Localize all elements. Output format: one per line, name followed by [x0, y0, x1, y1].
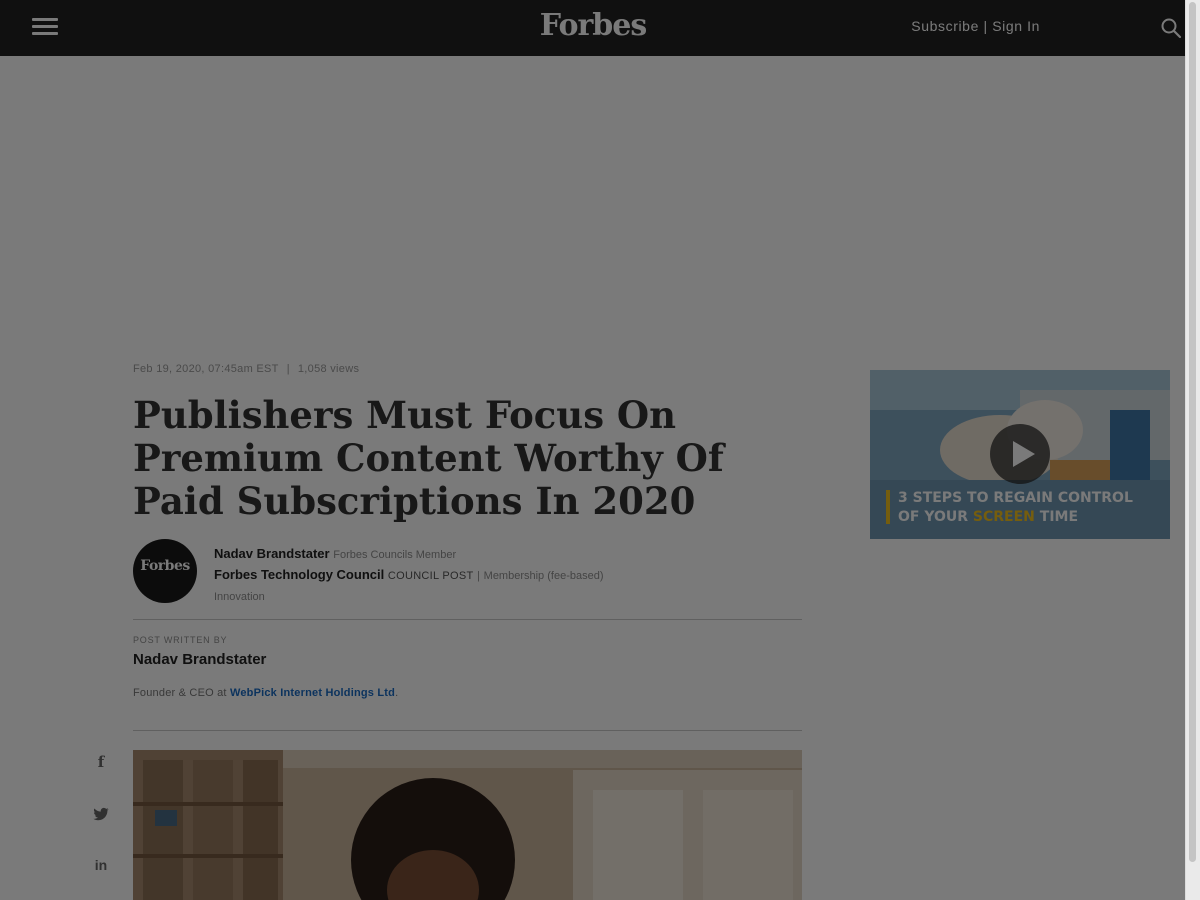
sign-in-link[interactable]: Sign In [992, 18, 1040, 34]
post-type-label: COUNCIL POST [387, 570, 474, 582]
author-byline: Nadav Brandstater Forbes Councils Member… [214, 544, 604, 607]
council-name[interactable]: Forbes Technology Council [214, 567, 384, 582]
caption-line-1: 3 STEPS TO REGAIN CONTROL [898, 490, 1133, 506]
article-meta: Feb 19, 2020, 07:45am EST | 1,058 views [133, 363, 359, 375]
video-ad-player[interactable]: 3 STEPS TO REGAIN CONTROL OF YOUR SCREEN… [870, 370, 1170, 539]
author-avatar[interactable]: Forbes [133, 539, 197, 603]
author-name[interactable]: Nadav Brandstater [214, 546, 330, 561]
view-count: 1,058 views [297, 363, 360, 375]
channel-link[interactable]: Innovation [214, 591, 265, 603]
page-scrollbar[interactable] [1185, 0, 1200, 900]
auth-separator: | [983, 18, 988, 34]
author-bio: Founder & CEO at WebPick Internet Holdin… [133, 687, 398, 699]
membership-separator: | [477, 570, 481, 582]
video-caption: 3 STEPS TO REGAIN CONTROL OF YOUR SCREEN… [898, 489, 1133, 527]
post-written-by-label: POST WRITTEN BY [133, 635, 228, 645]
caption-suffix: TIME [1039, 509, 1079, 525]
company-link[interactable]: WebPick Internet Holdings Ltd [230, 687, 395, 699]
caption-prefix: OF YOUR [898, 509, 969, 525]
auth-links: Subscribe | Sign In [911, 18, 1040, 34]
play-icon[interactable] [990, 424, 1050, 484]
meta-separator: | [286, 363, 290, 375]
article-title: Publishers Must Focus On Premium Content… [133, 393, 724, 523]
article-hero-image [133, 750, 802, 900]
page: Forbes Subscribe | Sign In Feb 19, 2020,… [0, 0, 1186, 900]
facebook-icon[interactable]: f [92, 753, 110, 771]
top-navigation-bar: Forbes Subscribe | Sign In [0, 0, 1186, 56]
caption-highlight: SCREEN [972, 509, 1035, 525]
caption-accent-bar [886, 490, 890, 524]
divider-bottom [133, 730, 802, 731]
avatar-logo-text: Forbes [140, 558, 190, 574]
linkedin-icon[interactable]: in [92, 857, 110, 875]
author-role: Forbes Councils Member [333, 549, 457, 561]
twitter-icon[interactable] [92, 805, 110, 823]
subscribe-link[interactable]: Subscribe [911, 18, 979, 34]
publish-date: Feb 19, 2020, 07:45am EST [133, 363, 279, 375]
divider-top [133, 619, 802, 620]
caption-line-2: OF YOUR SCREEN TIME [898, 508, 1133, 527]
written-by-name: Nadav Brandstater [133, 651, 267, 668]
bio-prefix: Founder & CEO at [133, 687, 227, 699]
search-icon[interactable] [1160, 17, 1182, 39]
membership-label[interactable]: Membership (fee-based) [484, 570, 604, 582]
bio-suffix: . [395, 687, 399, 699]
scrollbar-thumb[interactable] [1189, 2, 1196, 862]
